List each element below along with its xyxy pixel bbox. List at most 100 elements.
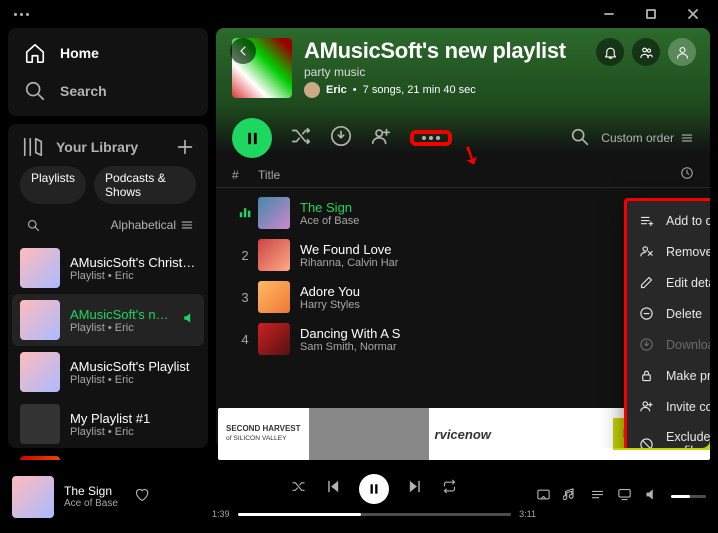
window-maximize-button[interactable]	[630, 0, 672, 28]
ctx-item-delete[interactable]: Delete	[627, 298, 710, 329]
more-options-button[interactable]	[410, 130, 452, 146]
app-menu-icon[interactable]	[14, 13, 29, 16]
devices-button[interactable]	[617, 487, 632, 507]
library-item[interactable]: My Playlist #1Playlist • Eric	[12, 398, 204, 450]
ad-image	[309, 408, 429, 460]
track-artist: Sam Smith, Normar	[300, 341, 644, 353]
track-number: 4	[232, 332, 258, 347]
home-icon	[24, 42, 46, 64]
repeat-button[interactable]	[442, 479, 457, 499]
track-art	[258, 281, 290, 313]
window-minimize-button[interactable]	[588, 0, 630, 28]
ctx-item-invite[interactable]: Invite collaborators	[627, 391, 710, 422]
search-icon	[24, 80, 46, 102]
now-playing-title[interactable]: The Sign	[64, 484, 118, 498]
library-item-subtitle: Playlist • Eric	[70, 374, 190, 386]
sort-order-label: Custom order	[601, 131, 674, 145]
filter-chip-playlists[interactable]: Playlists	[20, 166, 86, 204]
ctx-item-label: Add to queue	[666, 214, 710, 228]
library-item-title: AMusicSoft's Christmas...	[70, 255, 196, 270]
ctx-item-lock[interactable]: Make private	[627, 360, 710, 391]
ctx-item-label: Invite collaborators	[666, 400, 710, 414]
progress-bar[interactable]	[238, 513, 512, 516]
library-label: Your Library	[56, 139, 138, 155]
shuffle-button[interactable]	[290, 125, 312, 152]
track-title: The Sign	[300, 200, 644, 215]
track-art	[258, 323, 290, 355]
ctx-item-edit[interactable]: Edit details	[627, 267, 710, 298]
playlist-description: party music	[304, 65, 566, 79]
library-item[interactable]: AMusicSoft's PlaylistPlaylist • Eric	[12, 346, 204, 398]
queue-icon	[639, 213, 654, 228]
shuffle-button[interactable]	[291, 479, 306, 499]
delete-icon	[639, 306, 654, 321]
notifications-button[interactable]	[596, 38, 624, 66]
library-item-subtitle: Playlist • Eric	[70, 426, 150, 438]
friends-button[interactable]	[632, 38, 660, 66]
sort-order-button[interactable]: Custom order	[601, 131, 694, 145]
ctx-item-label: Make private	[666, 369, 710, 383]
library-item[interactable]: AMusicSoft's Christmas...Playlist • Eric	[12, 242, 204, 294]
now-playing-art[interactable]	[12, 476, 54, 518]
volume-slider[interactable]	[671, 495, 706, 498]
ctx-item-remove[interactable]: Remove from profile	[627, 236, 710, 267]
download-button[interactable]	[330, 125, 352, 152]
track-number: 3	[232, 290, 258, 305]
track-art	[258, 239, 290, 271]
library-item-subtitle: Playlist • Eric	[70, 322, 172, 334]
window-close-button[interactable]	[672, 0, 714, 28]
window-titlebar	[0, 0, 718, 28]
library-item[interactable]: AMusicSoft's ne...Playlist • Eric	[12, 294, 204, 346]
now-playing-artist[interactable]: Ace of Base	[64, 498, 118, 509]
previous-button[interactable]	[324, 478, 341, 500]
back-button[interactable]	[230, 38, 256, 64]
ctx-item-label: Edit details	[666, 276, 710, 290]
queue-button[interactable]	[590, 487, 605, 507]
track-number: 2	[232, 248, 258, 263]
elapsed-time: 1:39	[212, 509, 230, 519]
playlist-art	[20, 248, 60, 288]
ctx-item-download: Download	[627, 329, 710, 360]
library-search-button[interactable]	[22, 214, 44, 236]
library-sort-label: Alphabetical	[111, 218, 176, 232]
library-item-title: AMusicSoft's ne...	[70, 307, 172, 322]
nav-home[interactable]: Home	[14, 34, 202, 72]
library-item-title: My Playlist #1	[70, 411, 150, 426]
mute-button[interactable]	[644, 487, 659, 507]
filter-chip-podcasts[interactable]: Podcasts & Shows	[94, 166, 196, 204]
owner-avatar	[304, 82, 320, 98]
profile-button[interactable]	[668, 38, 696, 66]
next-button[interactable]	[407, 478, 424, 500]
lyrics-button[interactable]	[563, 487, 578, 507]
nav-search[interactable]: Search	[14, 72, 202, 110]
col-title: Title	[258, 168, 644, 182]
play-button[interactable]	[232, 118, 272, 158]
now-playing-icon	[232, 205, 258, 221]
invite-icon	[639, 399, 654, 414]
player-bar: The Sign Ace of Base 1:39 3:11	[0, 460, 718, 533]
track-art	[258, 197, 290, 229]
playlist-owner[interactable]: Eric	[326, 84, 347, 96]
playlist-meta: 7 songs, 21 min 40 sec	[363, 84, 476, 96]
playlist-art	[20, 300, 60, 340]
invite-button[interactable]	[370, 125, 392, 152]
list-icon	[180, 218, 194, 232]
more-icon	[422, 136, 440, 140]
track-search-button[interactable]	[569, 126, 591, 151]
ctx-item-queue[interactable]: Add to queue	[627, 205, 710, 236]
play-pause-button[interactable]	[359, 474, 389, 504]
like-button[interactable]	[134, 487, 149, 507]
speaker-icon	[182, 311, 196, 330]
ctx-item-label: Download	[666, 338, 710, 352]
ctx-item-exclude[interactable]: Exclude from your taste profile	[627, 422, 710, 448]
ad-brand: SECOND HARVESTof SILICON VALLEY	[218, 425, 309, 443]
now-playing-view-button[interactable]	[536, 487, 551, 507]
list-icon	[680, 131, 694, 145]
library-button[interactable]: Your Library	[22, 136, 138, 158]
track-title: Dancing With A S	[300, 326, 644, 341]
library-sort-button[interactable]: Alphabetical	[111, 218, 194, 232]
library-item-subtitle: Playlist • Eric	[70, 270, 196, 282]
ctx-item-label: Remove from profile	[666, 245, 710, 259]
exclude-icon	[639, 437, 654, 449]
library-add-button[interactable]	[174, 136, 196, 158]
